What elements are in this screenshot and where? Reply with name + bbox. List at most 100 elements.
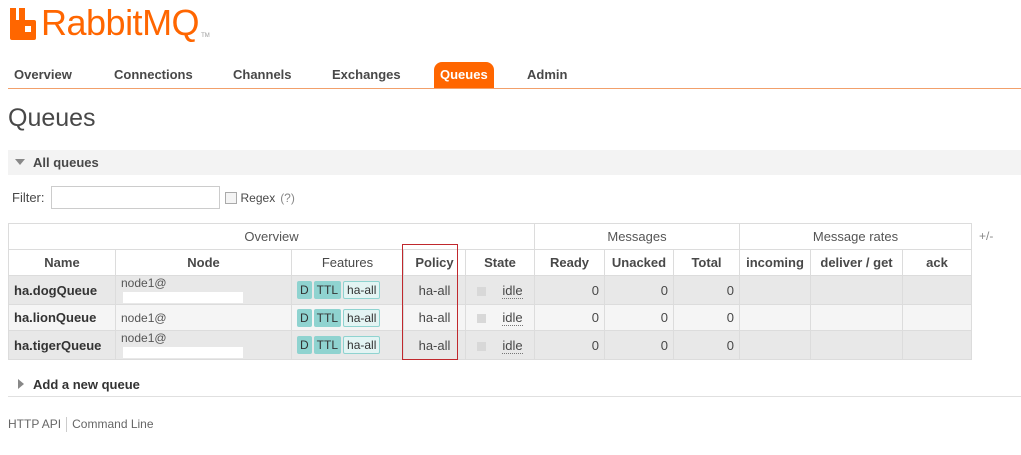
ack-rate xyxy=(902,330,972,360)
ack-rate xyxy=(902,304,972,331)
total-count: 0 xyxy=(673,275,740,305)
group-header-message-rates: Message rates xyxy=(739,223,972,250)
policy-cell: ha-all xyxy=(403,304,466,331)
durable-tag: D xyxy=(297,308,312,327)
deliver-get-rate xyxy=(810,275,903,305)
node-cell: node1@ xyxy=(115,330,292,360)
footer-divider xyxy=(66,417,68,432)
queues-table: Overview Messages Message rates Name Nod… xyxy=(8,223,972,360)
queue-name-link[interactable]: ha.tigerQueue xyxy=(8,330,116,360)
node-name: node1@ xyxy=(121,310,167,325)
filter-label: Filter: xyxy=(12,190,45,205)
table-row[interactable]: ha.lionQueue node1@ D TTL ha-all ha-all id… xyxy=(8,304,972,331)
filter-input[interactable] xyxy=(50,186,220,209)
node-name: node1@ xyxy=(121,276,167,290)
ready-count: 0 xyxy=(534,304,605,331)
unacked-count: 0 xyxy=(604,330,674,360)
queue-name-link[interactable]: ha.dogQueue xyxy=(8,275,116,305)
group-header-messages: Messages xyxy=(534,223,740,250)
column-toggle-button[interactable]: +/- xyxy=(979,229,993,243)
group-header-overview: Overview xyxy=(8,223,535,250)
col-header-state[interactable]: State xyxy=(465,249,535,276)
state-indicator-icon xyxy=(477,286,487,296)
incoming-rate xyxy=(739,330,811,360)
policy-cell: ha-all xyxy=(403,330,466,360)
total-count: 0 xyxy=(673,330,740,360)
features-cell: D TTL ha-all xyxy=(291,330,404,360)
total-count: 0 xyxy=(673,304,740,331)
filter-row: Filter: Regex (?) xyxy=(12,186,295,209)
add-queue-section-toggle[interactable]: Add a new queue xyxy=(8,373,1021,397)
policy-feature-tag: ha-all xyxy=(343,336,381,354)
table-row[interactable]: ha.dogQueue node1@ D TTL ha-all ha-all idl… xyxy=(8,275,972,305)
rabbitmq-logo: RabbitMQ TM xyxy=(8,2,210,44)
incoming-rate xyxy=(739,275,811,305)
queue-name-link[interactable]: ha.lionQueue xyxy=(8,304,116,331)
logo-wordmark: RabbitMQ xyxy=(41,2,200,43)
footer-link-http-api[interactable]: HTTP API xyxy=(8,417,61,432)
deliver-get-rate xyxy=(810,304,903,331)
col-header-total[interactable]: Total xyxy=(673,249,740,276)
regex-checkbox[interactable] xyxy=(224,191,237,204)
footer-link-command-line[interactable]: Command Line xyxy=(72,417,153,432)
node-name: node1@ xyxy=(121,331,167,345)
col-header-unacked[interactable]: Unacked xyxy=(604,249,674,276)
regex-help-link[interactable]: (?) xyxy=(280,191,295,205)
deliver-get-rate xyxy=(810,330,903,360)
page-title: Queues xyxy=(8,104,96,132)
col-header-deliver-get[interactable]: deliver / get xyxy=(810,249,903,276)
ttl-tag: TTL xyxy=(313,281,342,299)
unacked-count: 0 xyxy=(604,304,674,331)
col-header-features: Features xyxy=(291,249,404,276)
col-header-name[interactable]: Name xyxy=(8,249,116,276)
col-header-policy[interactable]: Policy xyxy=(403,249,466,276)
rabbit-logo-icon xyxy=(10,8,36,40)
node-cell: node1@ xyxy=(115,275,292,305)
ttl-tag: TTL xyxy=(313,308,342,327)
durable-tag: D xyxy=(297,281,312,299)
redacted-hostname xyxy=(123,292,243,304)
policy-feature-tag: ha-all xyxy=(343,281,381,299)
nav-tab-overview[interactable]: Overview xyxy=(8,62,78,88)
incoming-rate xyxy=(739,304,811,331)
regex-label: Regex xyxy=(240,190,276,205)
col-header-ready[interactable]: Ready xyxy=(534,249,605,276)
redacted-hostname xyxy=(123,347,243,359)
col-header-incoming[interactable]: incoming xyxy=(739,249,811,276)
nav-tab-queues[interactable]: Queues xyxy=(434,62,494,88)
col-header-ack[interactable]: ack xyxy=(902,249,972,276)
logo-trademark: TM xyxy=(201,33,210,39)
policy-feature-tag: ha-all xyxy=(343,308,381,327)
footer-links: HTTP API Command Line xyxy=(8,417,154,432)
expand-triangle-icon xyxy=(18,379,24,389)
state-label: idle xyxy=(502,337,523,354)
ack-rate xyxy=(902,275,972,305)
ttl-tag: TTL xyxy=(313,336,342,354)
nav-tab-admin[interactable]: Admin xyxy=(521,62,573,88)
ready-count: 0 xyxy=(534,275,605,305)
node-cell: node1@ xyxy=(115,304,292,331)
add-queue-title: Add a new queue xyxy=(33,377,140,392)
all-queues-section-toggle[interactable]: All queues xyxy=(8,150,1021,175)
ready-count: 0 xyxy=(534,330,605,360)
col-header-node[interactable]: Node xyxy=(115,249,292,276)
state-cell: idle xyxy=(465,304,535,331)
unacked-count: 0 xyxy=(604,275,674,305)
policy-cell: ha-all xyxy=(403,275,466,305)
collapse-triangle-icon xyxy=(15,159,25,165)
features-cell: D TTL ha-all xyxy=(291,275,404,305)
table-row[interactable]: ha.tigerQueue node1@ D TTL ha-all ha-all i… xyxy=(8,330,972,360)
state-indicator-icon xyxy=(477,341,487,351)
nav-tab-channels[interactable]: Channels xyxy=(227,62,298,88)
main-nav: Overview Connections Channels Exchanges … xyxy=(8,60,1021,89)
section-title: All queues xyxy=(33,155,99,170)
features-cell: D TTL ha-all xyxy=(291,304,404,331)
state-cell: idle xyxy=(465,330,535,360)
state-indicator-icon xyxy=(477,314,487,324)
state-cell: idle xyxy=(465,275,535,305)
durable-tag: D xyxy=(297,336,312,354)
nav-tab-connections[interactable]: Connections xyxy=(108,62,199,88)
state-label: idle xyxy=(502,310,523,326)
state-label: idle xyxy=(502,282,523,299)
nav-tab-exchanges[interactable]: Exchanges xyxy=(326,62,407,88)
